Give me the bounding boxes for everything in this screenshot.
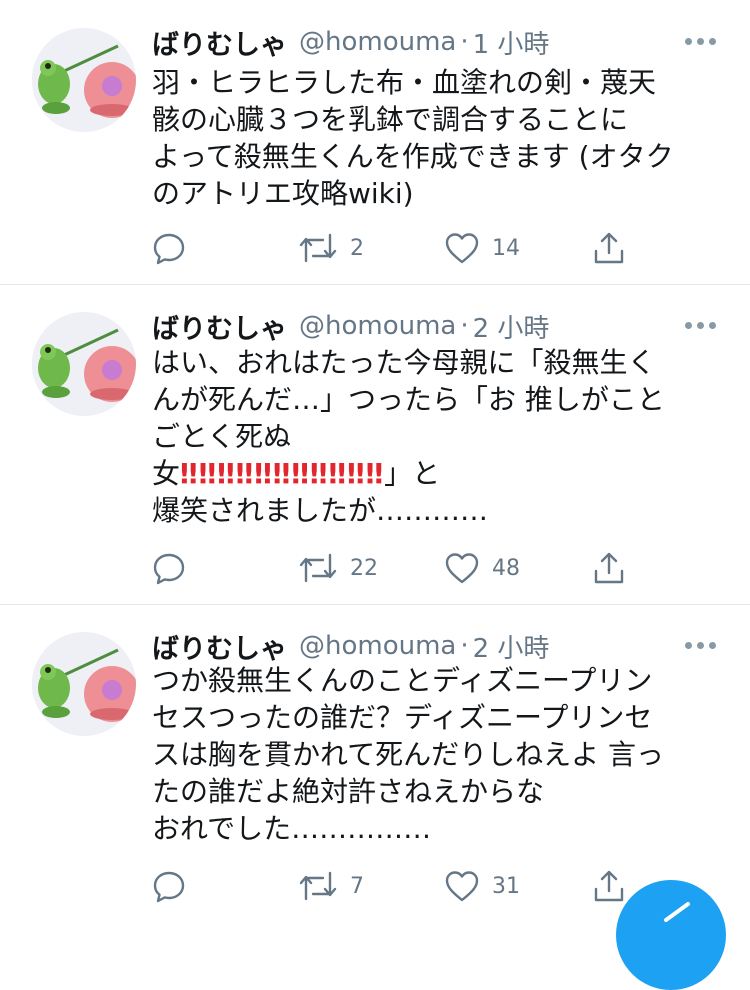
author-name[interactable]: ばりむしゃ xyxy=(152,307,287,346)
tweet-text-line: 爆笑されましたが………… xyxy=(152,494,489,527)
retweet-icon xyxy=(299,553,337,583)
timestamp[interactable]: 2 小時 xyxy=(473,628,550,665)
text-fragment: 女 xyxy=(152,457,181,490)
tweet-text-line: よって殺無生くんを作成できます (オタク xyxy=(152,140,674,173)
like-count: 31 xyxy=(492,873,520,899)
share-button[interactable] xyxy=(592,548,626,588)
tweet-text-line: ごとく死ぬ xyxy=(152,420,292,453)
author-handle[interactable]: @homouma xyxy=(299,311,456,341)
retweet-count: 7 xyxy=(350,873,364,899)
tweet-text-line: たの誰だよ絶対許さねえからな xyxy=(152,775,545,808)
retweet-button[interactable]: 2 xyxy=(298,228,364,268)
author-name[interactable]: ばりむしゃ xyxy=(152,627,287,666)
tweet-text: つか殺無生くんのことディズニープリン セスつったの誰だ？ディズニープリンセ スは… xyxy=(152,662,722,847)
tweet-text-line: んが死んだ…」つったら「お 推しがこと xyxy=(152,383,665,416)
reply-button[interactable] xyxy=(152,548,186,588)
retweet-button[interactable]: 22 xyxy=(298,548,378,588)
more-dots-icon[interactable] xyxy=(685,642,716,649)
retweet-button[interactable]: 7 xyxy=(298,866,364,906)
tweet-text-line: 骸の心臓３つを乳鉢で調合することに xyxy=(152,103,629,136)
avatar[interactable] xyxy=(32,28,136,132)
tweet-text: 羽・ヒラヒラした布・血塗れの剣・蔑天 骸の心臓３つを乳鉢で調合することに よって… xyxy=(152,64,722,212)
like-button[interactable]: 14 xyxy=(444,228,520,268)
timestamp[interactable]: 2 小時 xyxy=(473,308,550,345)
reply-icon xyxy=(153,871,185,903)
share-button[interactable] xyxy=(592,228,626,268)
retweet-count: 2 xyxy=(350,235,364,261)
tweet-text-line: おれでした…………… xyxy=(152,812,432,845)
retweet-count: 22 xyxy=(350,555,378,581)
share-icon xyxy=(594,552,624,584)
share-icon xyxy=(594,232,624,264)
tweet[interactable]: ばりむしゃ @homouma · 1 小時 羽・ヒラヒラした布・血塗れの剣・蔑天… xyxy=(0,0,750,285)
compose-tweet-icon xyxy=(664,902,690,922)
tweet-text-line: 女‼‼‼‼‼‼‼‼‼‼‼」と xyxy=(152,455,722,492)
tweet-text-line: のアトリエ攻略wiki) xyxy=(152,177,414,210)
author-name[interactable]: ばりむしゃ xyxy=(152,23,287,62)
like-icon xyxy=(445,871,479,902)
like-count: 14 xyxy=(492,235,520,261)
more-dots-icon[interactable] xyxy=(685,322,716,329)
tweet-text-line: 羽・ヒラヒラした布・血塗れの剣・蔑天 xyxy=(152,66,657,99)
double-exclamation-emoji: ‼‼‼‼‼‼‼‼‼‼‼ xyxy=(180,457,385,490)
separator-dot: · xyxy=(460,631,469,661)
reply-button[interactable] xyxy=(152,228,186,268)
retweet-icon xyxy=(299,233,337,263)
retweet-icon xyxy=(299,871,337,901)
avatar[interactable] xyxy=(32,632,136,736)
like-icon xyxy=(445,553,479,584)
tweet-actions: 22 48 xyxy=(0,548,750,588)
more-dots-icon[interactable] xyxy=(685,38,716,45)
author-handle[interactable]: @homouma xyxy=(299,27,456,57)
tweet-text-line: セスつったの誰だ？ディズニープリンセ xyxy=(152,701,653,734)
author-handle[interactable]: @homouma xyxy=(299,631,456,661)
reply-button[interactable] xyxy=(152,866,186,906)
tweet-actions: 2 14 xyxy=(0,228,750,268)
like-count: 48 xyxy=(492,555,520,581)
like-icon xyxy=(445,233,479,264)
like-button[interactable]: 31 xyxy=(444,866,520,906)
separator-dot: · xyxy=(460,27,469,57)
tweet-text-line: スは胸を貫かれて死んだりしねえよ 言っ xyxy=(152,738,665,771)
avatar[interactable] xyxy=(32,312,136,416)
reply-icon xyxy=(153,233,185,265)
timestamp[interactable]: 1 小時 xyxy=(473,24,550,61)
reply-icon xyxy=(153,553,185,585)
like-button[interactable]: 48 xyxy=(444,548,520,588)
separator-dot: · xyxy=(460,311,469,341)
tweet-text-line: つか殺無生くんのことディズニープリン xyxy=(152,664,653,697)
compose-tweet-button[interactable] xyxy=(616,880,726,990)
tweet[interactable]: ばりむしゃ @homouma · 2 小時 はい、おれはたった今母親に「殺無生く… xyxy=(0,284,750,605)
tweet-text-line: はい、おれはたった今母親に「殺無生く xyxy=(152,346,656,379)
tweet-text: はい、おれはたった今母親に「殺無生く んが死んだ…」つったら「お 推しがこと ご… xyxy=(152,344,722,529)
text-fragment: 」と xyxy=(384,457,441,490)
